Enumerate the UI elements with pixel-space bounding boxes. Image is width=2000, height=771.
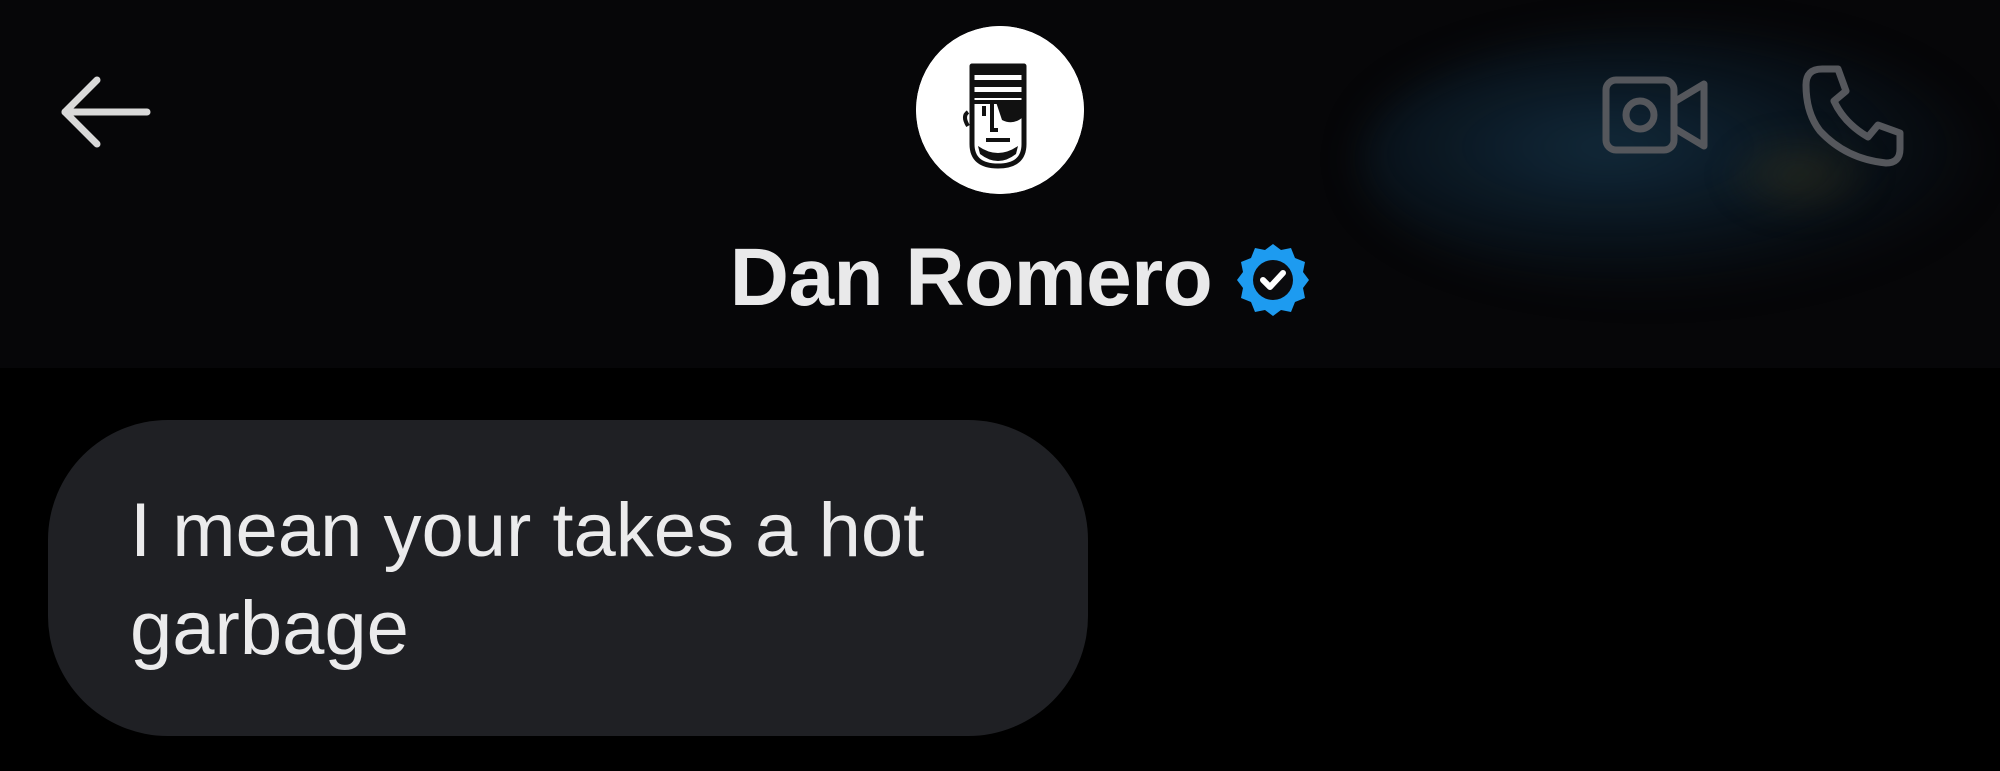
video-camera-icon: [1602, 76, 1708, 154]
voice-call-button[interactable]: [1792, 56, 1918, 176]
message-list[interactable]: I mean your takes a hot garbage: [0, 368, 2000, 771]
conversation-header: Dan Romero: [0, 0, 2000, 368]
pirate-face-avatar: [916, 26, 1084, 194]
message-text: I mean your takes a hot garbage: [130, 488, 925, 671]
video-call-button[interactable]: [1592, 60, 1718, 170]
avatar[interactable]: [916, 26, 1084, 194]
back-button[interactable]: [50, 62, 160, 162]
contact-name: Dan Romero: [729, 232, 1213, 323]
message-bubble-incoming[interactable]: I mean your takes a hot garbage: [48, 420, 1088, 736]
phone-icon: [1802, 65, 1904, 167]
verified-badge-icon: [1236, 243, 1310, 317]
arrow-left-icon: [61, 76, 151, 148]
contact-title-row[interactable]: Dan Romero: [0, 228, 2000, 328]
